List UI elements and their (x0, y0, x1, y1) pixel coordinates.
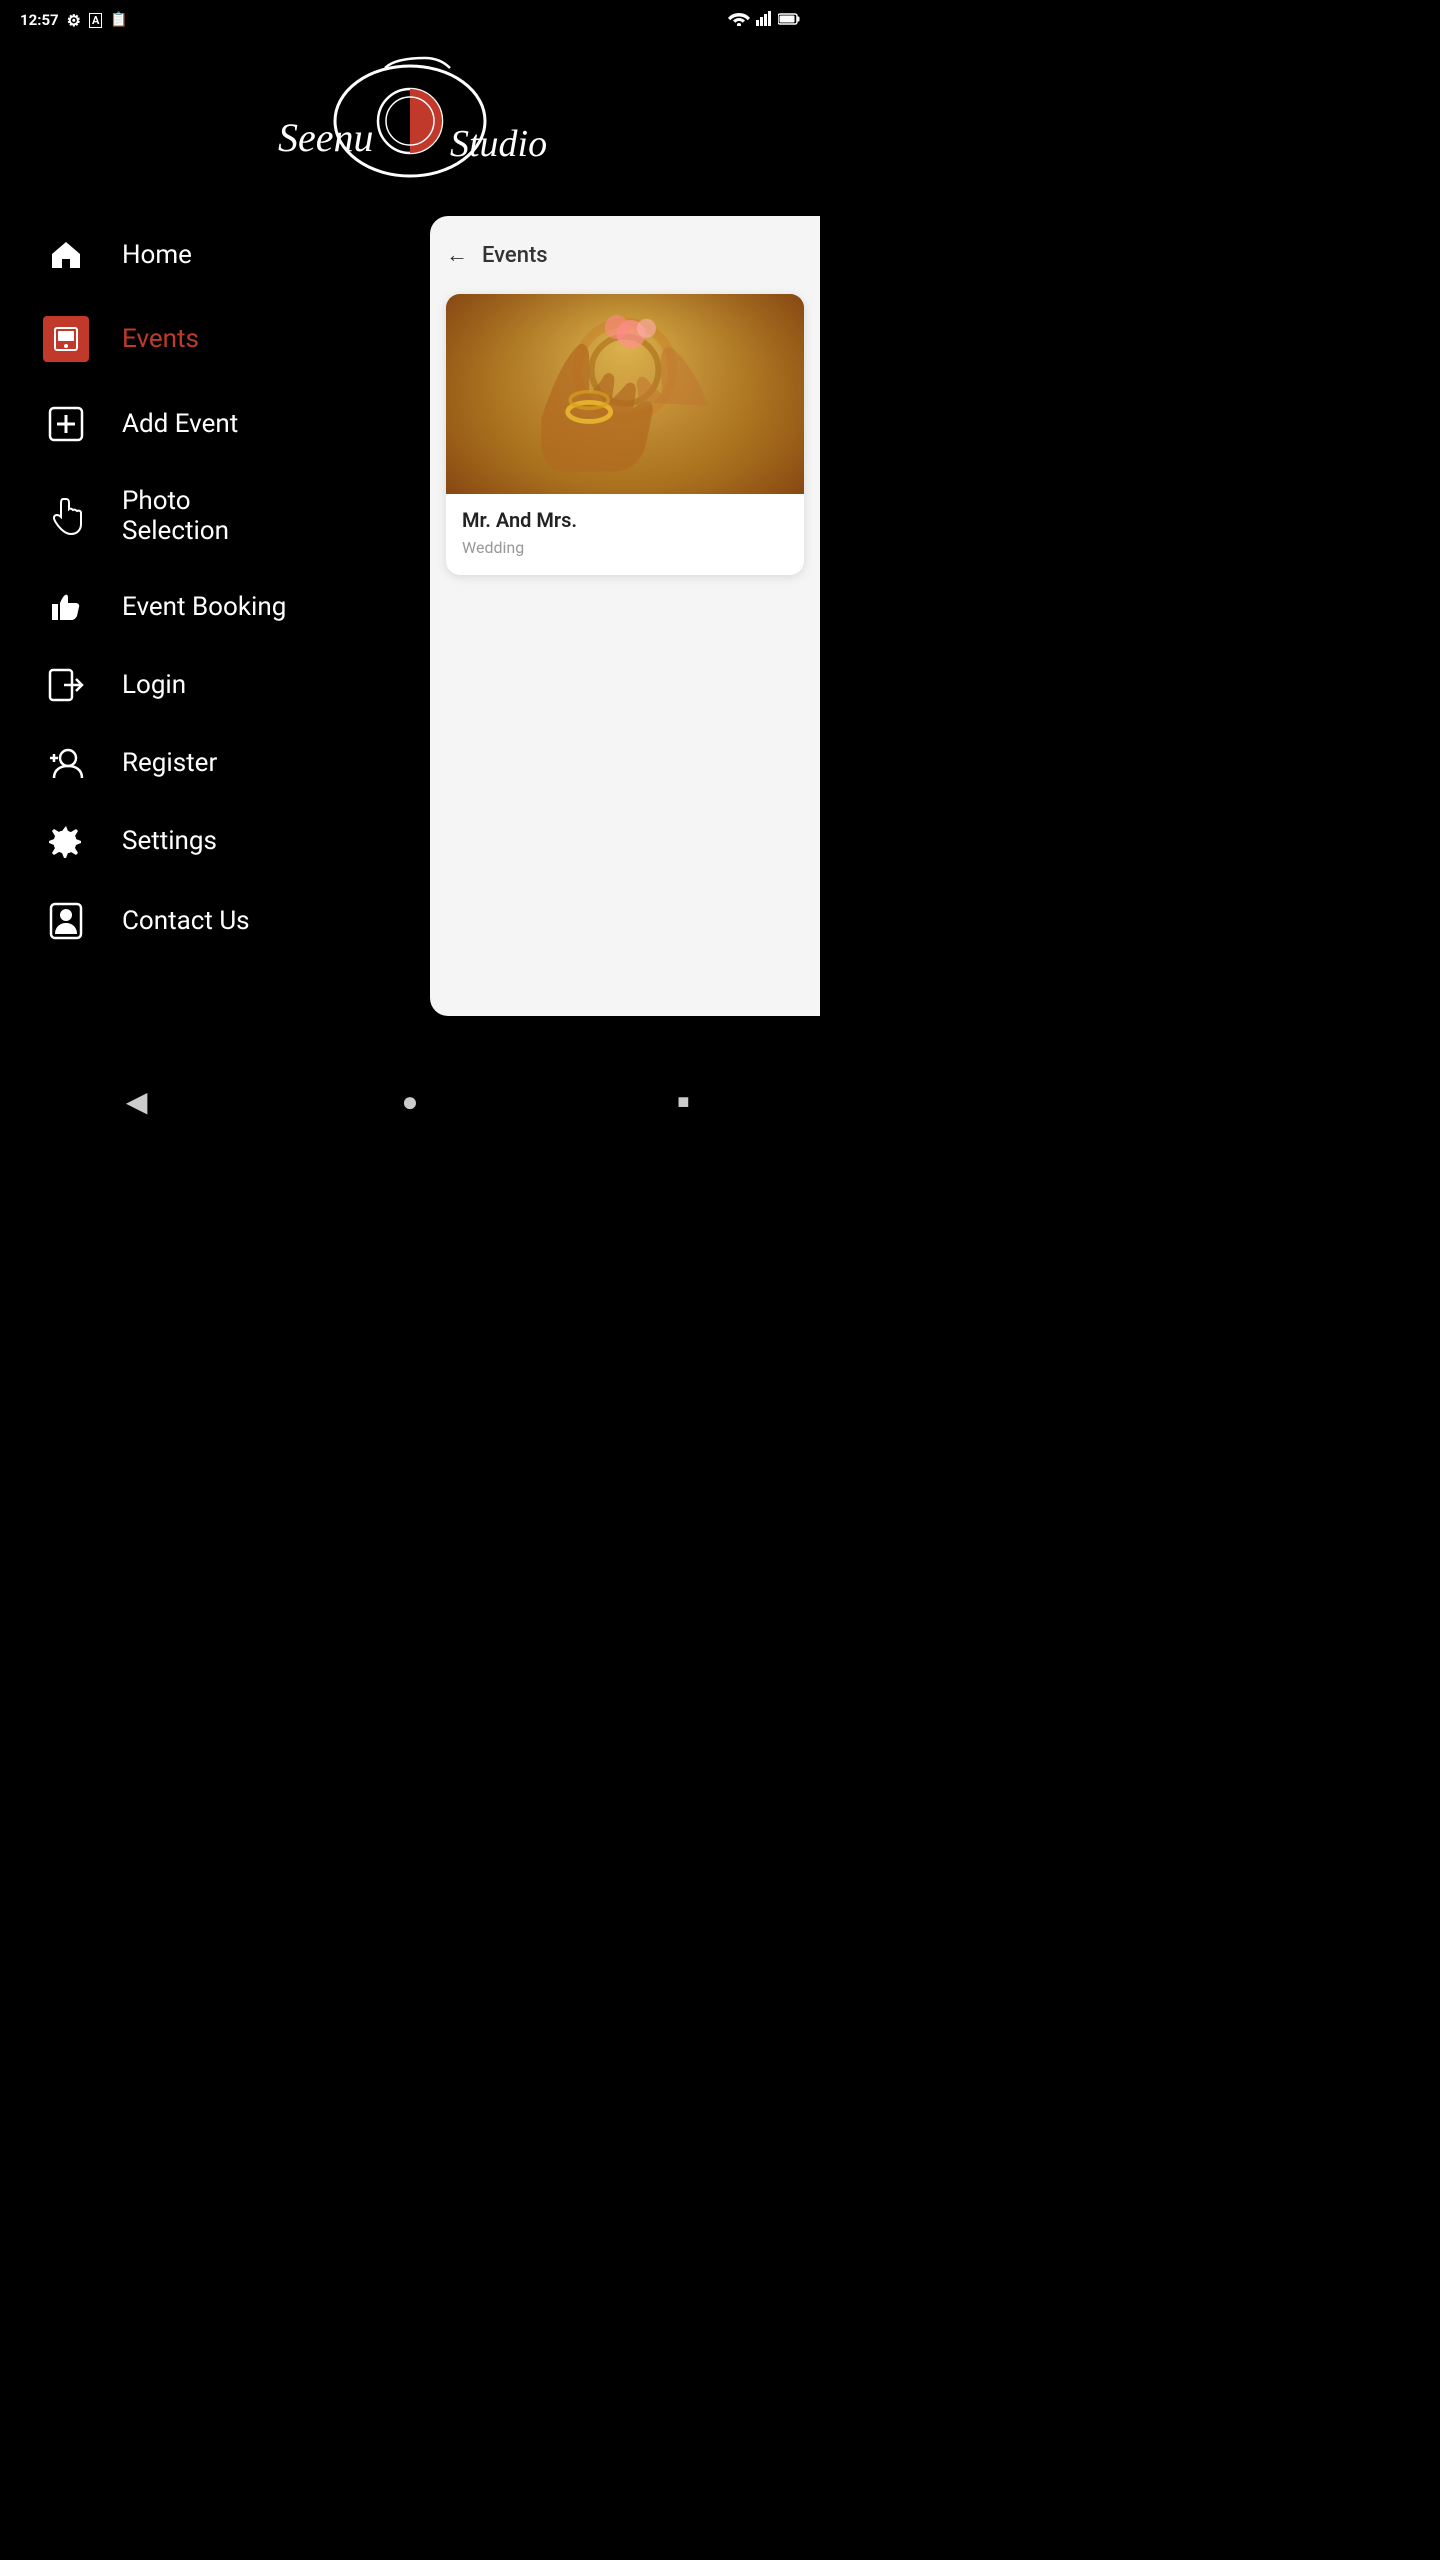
sidebar-item-contact-us[interactable]: Contact Us (30, 880, 430, 962)
sidebar: Home Events Add Event Photo Selection (0, 216, 430, 1016)
status-left: 12:57 ⚙ A 📋 (20, 11, 128, 30)
sidebar-label-register: Register (122, 748, 217, 778)
sidebar-label-events: Events (122, 324, 199, 354)
like-icon (40, 590, 92, 624)
svg-text:Studio: Studio (450, 123, 547, 165)
sidebar-label-photo-selection: Photo Selection (122, 486, 229, 546)
sidebar-label-contact-us: Contact Us (122, 906, 250, 936)
sidebar-item-settings[interactable]: Settings (30, 802, 430, 880)
svg-text:Seenu: Seenu (278, 115, 374, 160)
clipboard-status-icon: 📋 (110, 12, 127, 28)
status-bar: 12:57 ⚙ A 📋 (0, 0, 820, 36)
sidebar-item-home[interactable]: Home (30, 216, 430, 294)
sidebar-label-add-event: Add Event (122, 409, 238, 439)
events-icon (40, 316, 92, 362)
battery-icon (778, 11, 800, 29)
home-nav-button[interactable]: ● (385, 1076, 435, 1126)
status-time: 12:57 (20, 11, 59, 29)
sidebar-item-event-booking[interactable]: Event Booking (30, 568, 430, 646)
sidebar-label-event-booking: Event Booking (122, 592, 286, 622)
add-icon (40, 406, 92, 442)
wifi-icon (728, 10, 750, 30)
signal-icon (756, 10, 772, 30)
back-button[interactable]: ← (446, 242, 468, 268)
gear-status-icon: ⚙ (67, 11, 81, 30)
sidebar-label-home: Home (122, 240, 192, 270)
home-icon (40, 238, 92, 272)
sidebar-label-login: Login (122, 670, 186, 700)
sidebar-label-settings: Settings (122, 826, 217, 856)
events-panel-title: Events (482, 243, 548, 268)
sidebar-item-add-event[interactable]: Add Event (30, 384, 430, 464)
logo-container: Seenu Studio (0, 36, 820, 216)
recent-nav-button[interactable]: ■ (658, 1076, 708, 1126)
contact-icon (40, 902, 92, 940)
back-nav-button[interactable]: ◀ (112, 1076, 162, 1126)
status-right (728, 10, 800, 30)
events-header: ← Events (446, 236, 804, 274)
event-card-name: Mr. And Mrs. (462, 508, 788, 532)
event-card-type: Wedding (462, 538, 788, 557)
seenu-studio-logo: Seenu Studio (240, 56, 580, 186)
sidebar-item-login[interactable]: Login (30, 646, 430, 724)
touch-icon (40, 497, 92, 535)
bottom-nav: ◀ ● ■ (0, 1056, 820, 1144)
event-card-mr-and-mrs[interactable]: Mr. And Mrs. Wedding (446, 294, 804, 575)
event-card-body: Mr. And Mrs. Wedding (446, 494, 804, 575)
settings-icon (40, 824, 92, 858)
login-icon (40, 668, 92, 702)
register-icon (40, 746, 92, 780)
event-card-image (446, 294, 804, 494)
main-content: Home Events Add Event Photo Selection (0, 216, 820, 1016)
sidebar-item-register[interactable]: Register (30, 724, 430, 802)
font-status-icon: A (89, 13, 102, 28)
sidebar-item-photo-selection[interactable]: Photo Selection (30, 464, 430, 568)
sidebar-item-events[interactable]: Events (30, 294, 430, 384)
events-panel: ← Events (430, 216, 820, 1016)
